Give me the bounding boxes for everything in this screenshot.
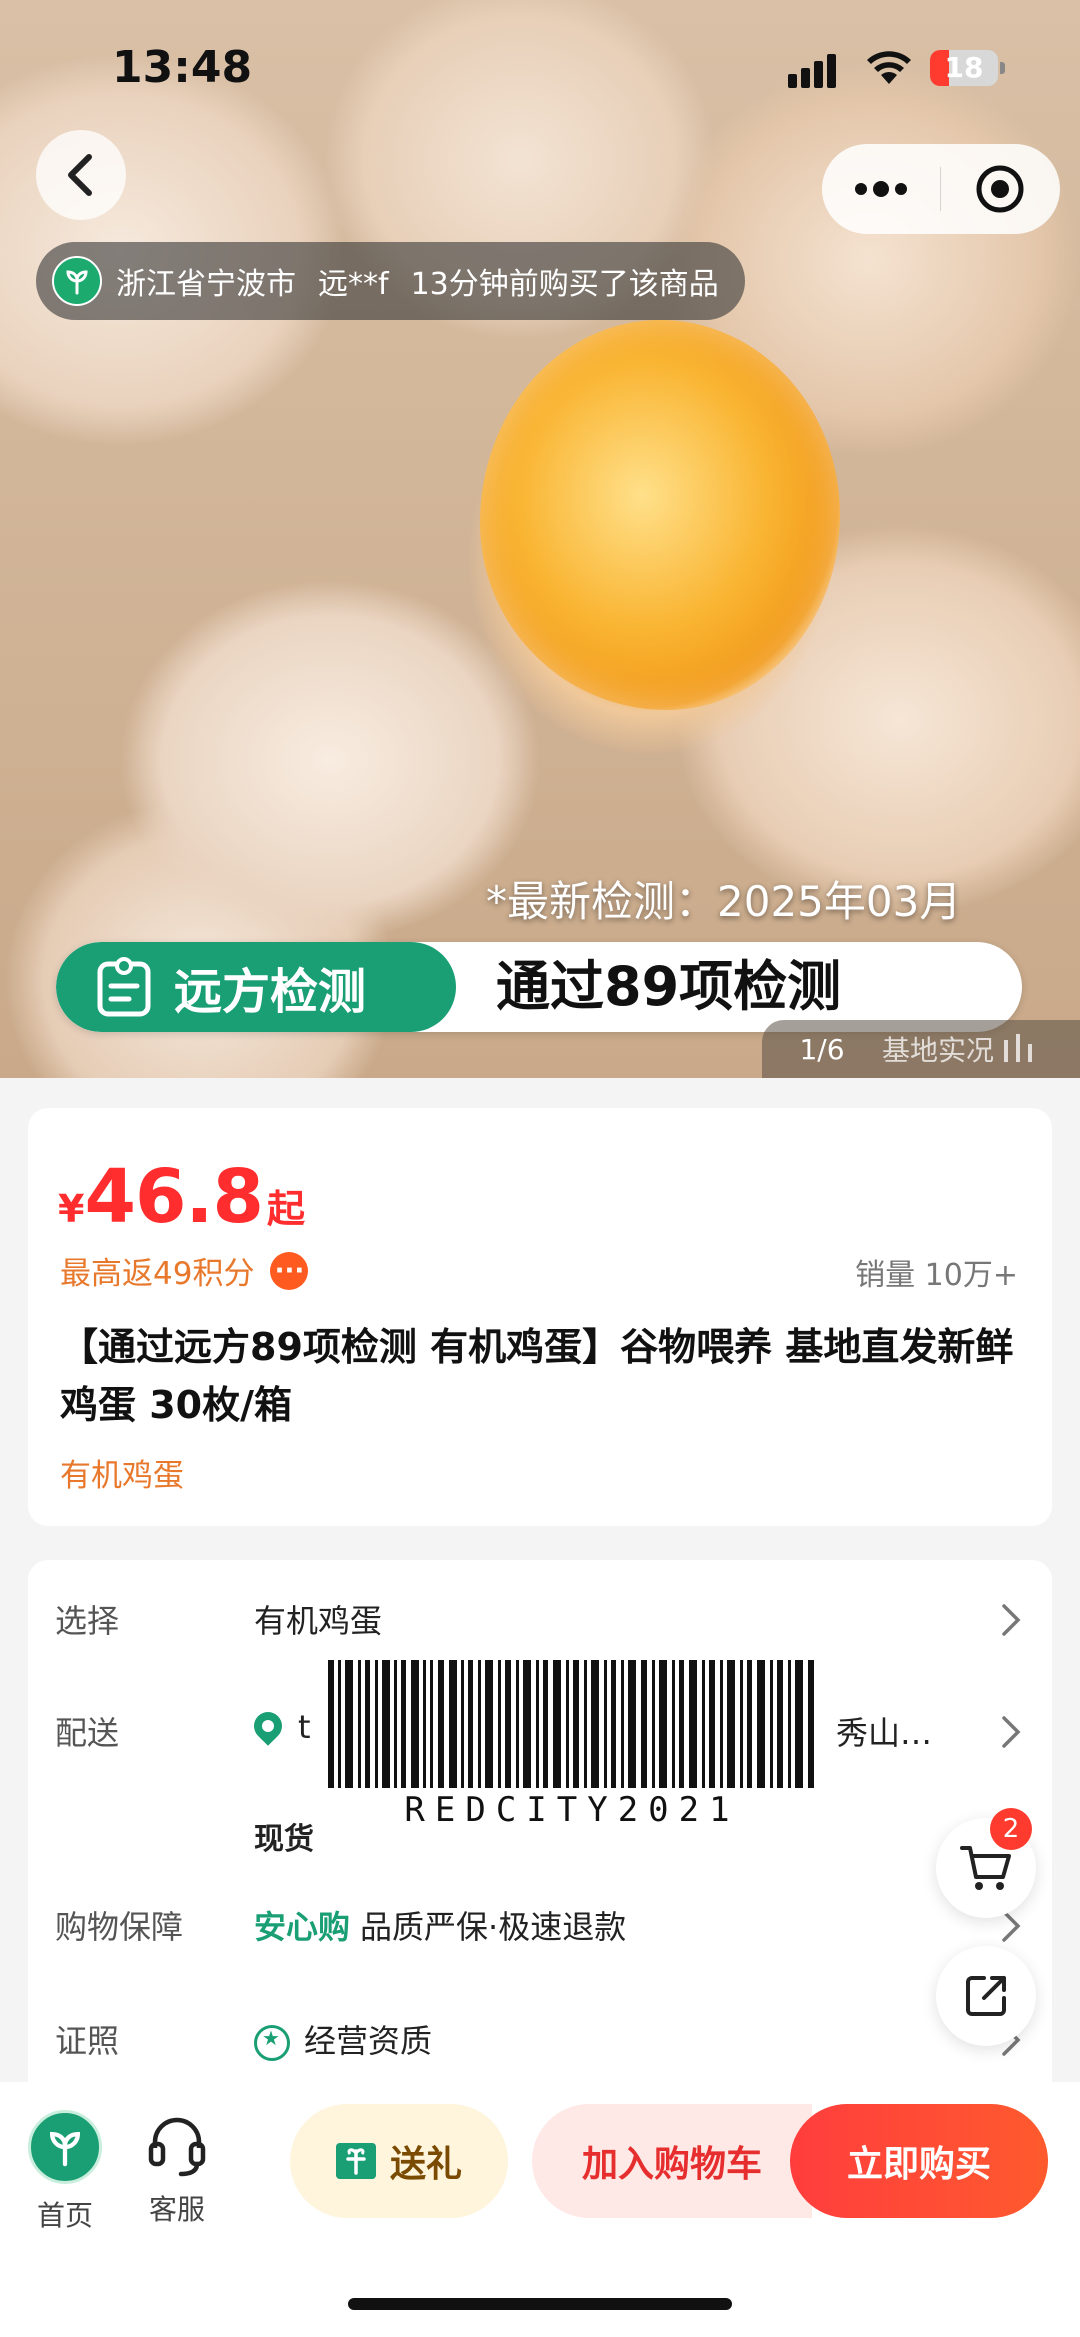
add-to-cart-button[interactable]: 加入购物车 — [532, 2104, 812, 2218]
barcode-text: REDCITY2021 — [404, 1790, 740, 1830]
gift-button[interactable]: 送礼 — [290, 2104, 508, 2218]
tab-home-label: 首页 — [36, 2199, 93, 2232]
info-card: 选择 有机鸡蛋 配送 t 秀山… 现货 购物保障 安心购 品质严保·极速退款 证照… — [28, 1560, 1052, 2120]
barcode-overlay: REDCITY2021 — [322, 1654, 822, 1838]
toast-message: 13分钟前购买了该商品 — [410, 267, 719, 302]
bars-icon — [1004, 1034, 1033, 1062]
back-button[interactable] — [36, 130, 126, 220]
select-label: 选择 — [55, 1602, 120, 1640]
select-row[interactable]: 选择 有机鸡蛋 — [28, 1596, 1052, 1656]
price-card: ¥46.8 起 最高返49积分 ··· 销量 10万+ 【通过远方89项检测 有机… — [28, 1108, 1052, 1526]
home-indicator — [348, 2298, 732, 2310]
license-value: 经营资质 — [304, 2022, 433, 2060]
delivery-address-end: 秀山… — [836, 1714, 933, 1752]
test-pass-message: 通过89项检测 — [496, 955, 842, 1018]
certificate-badge-icon — [254, 2025, 290, 2061]
guarantee-label: 购物保障 — [55, 1908, 184, 1946]
product-subtitle: 有机鸡蛋 — [60, 1458, 184, 1494]
delivery-address-start: t — [298, 1708, 311, 1746]
more-button[interactable] — [822, 144, 940, 234]
chevron-right-icon — [1002, 1604, 1021, 1636]
target-circle-icon — [976, 165, 1024, 213]
base-live-tag: 基地实况 — [882, 1034, 995, 1067]
clipboard-icon — [97, 957, 151, 1017]
license-label: 证照 — [55, 2022, 120, 2060]
brand-logo-icon — [52, 256, 102, 306]
buy-now-button[interactable]: 立即购买 — [790, 2104, 1048, 2218]
price-value: 46.8 — [84, 1154, 264, 1240]
image-indicator[interactable]: 1/6 基地实况 — [762, 1020, 1080, 1078]
test-brand-label: 远方检测 — [174, 964, 367, 1020]
toast-location: 浙江省宁波市 — [116, 267, 296, 302]
headset-icon — [148, 2117, 206, 2177]
signal-icon — [788, 52, 842, 88]
tab-customer-service[interactable]: 客服 — [140, 2110, 214, 2228]
cart-count-badge: 2 — [990, 1808, 1032, 1850]
floating-share-button[interactable] — [936, 1946, 1036, 2046]
select-value: 有机鸡蛋 — [254, 1602, 383, 1640]
test-banner: 远方检测 通过89项检测 — [56, 942, 1022, 1032]
more-dots-icon — [855, 181, 907, 197]
wifi-icon — [867, 51, 911, 84]
miniprogram-capsule — [822, 144, 1060, 234]
license-row[interactable]: 证照 经营资质 — [28, 2016, 1052, 2076]
home-logo-icon — [28, 2110, 102, 2184]
toast-user: 远**f — [318, 267, 389, 302]
product-title: 【通过远方89项检测 有机鸡蛋】谷物喂养 基地直发新鲜鸡蛋 30枚/箱 — [60, 1325, 1014, 1427]
battery-tip — [1000, 62, 1005, 74]
share-icon — [966, 1976, 1006, 2016]
battery-icon: 18 — [930, 50, 998, 86]
tab-service-label: 客服 — [148, 2193, 205, 2226]
test-brand-badge: 远方检测 — [56, 942, 456, 1032]
guarantee-row[interactable]: 购物保障 安心购 品质严保·极速退款 — [28, 1902, 1052, 1962]
status-bar: 13:48 18 — [0, 0, 1080, 140]
anxin-brand: 安心购 — [254, 1908, 351, 1946]
tab-home[interactable]: 首页 — [28, 2110, 102, 2234]
cart-icon — [960, 1846, 1011, 1890]
location-pin-icon — [248, 1706, 288, 1746]
delivery-label: 配送 — [55, 1714, 120, 1752]
status-time: 13:48 — [112, 42, 253, 93]
battery-level: 18 — [944, 51, 984, 84]
product-image-carousel[interactable]: 13:48 18 浙江省宁波市 远**f 13分钟前购买了该商品 *最新检测：2… — [0, 0, 1080, 1078]
image-index: 1/6 — [799, 1032, 845, 1066]
currency-symbol: ¥ — [58, 1187, 85, 1231]
points-reward[interactable]: 最高返49积分 ··· — [60, 1248, 309, 1293]
chevron-left-icon — [68, 154, 92, 196]
gift-label: 送礼 — [389, 2144, 462, 2185]
stock-status: 现货 — [254, 1822, 314, 1857]
price: ¥46.8 起 — [58, 1154, 305, 1240]
gift-icon — [335, 2143, 376, 2179]
recent-purchase-toast: 浙江省宁波市 远**f 13分钟前购买了该商品 — [36, 242, 745, 320]
delivery-address: t — [248, 1706, 311, 1746]
points-text: 最高返49积分 — [60, 1256, 255, 1292]
sales-count: 销量 10万+ — [855, 1258, 1018, 1293]
guarantee-value: 品质严保·极速退款 — [360, 1908, 627, 1946]
egg-yolk-image — [480, 320, 840, 710]
latest-test-date: *最新检测：2025年03月 — [486, 877, 962, 926]
price-suffix: 起 — [267, 1187, 306, 1231]
barcode-bars — [328, 1660, 814, 1788]
chevron-right-icon — [1002, 1716, 1021, 1748]
more-dots-icon[interactable]: ··· — [270, 1251, 309, 1290]
close-miniprogram-button[interactable] — [941, 144, 1059, 234]
